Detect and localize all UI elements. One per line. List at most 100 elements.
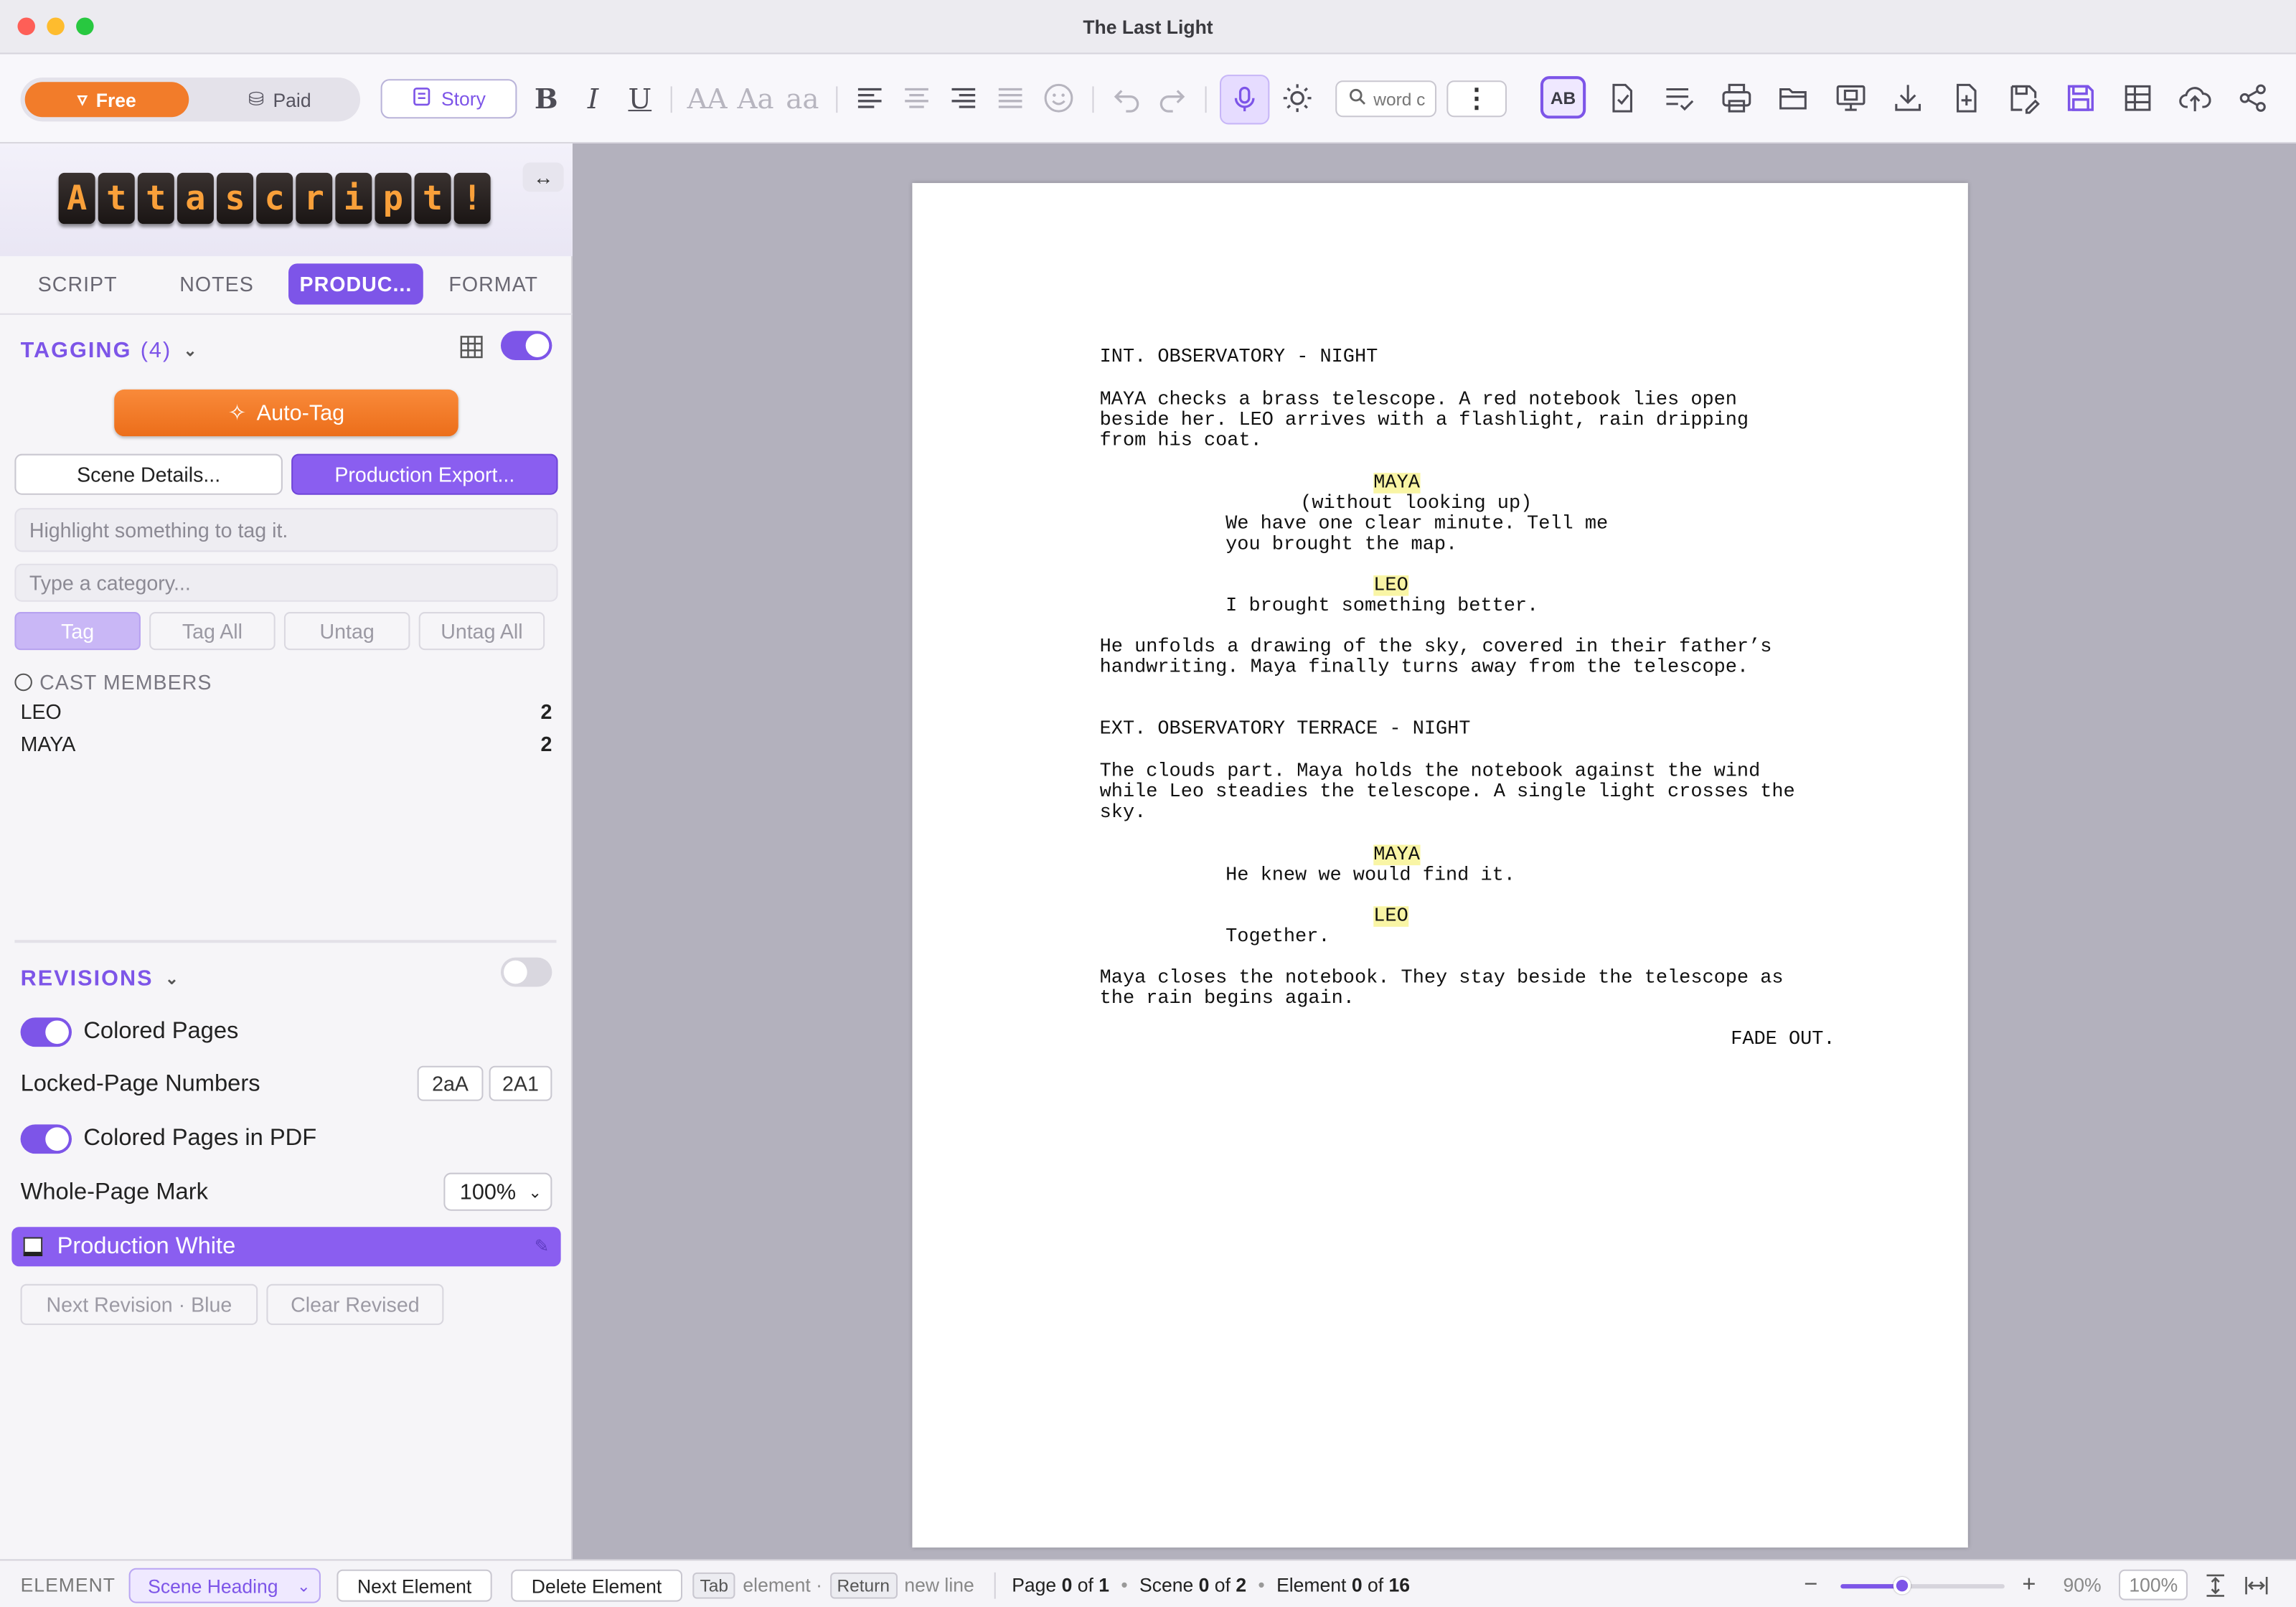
action-line[interactable]: sky. [1100,801,1147,823]
download-button[interactable] [1888,77,1929,118]
scene-word: Scene [1139,1573,1194,1596]
lock-format-2aA-button[interactable]: 2aA [417,1065,484,1101]
redo-button[interactable] [1151,77,1192,118]
revisions-header[interactable]: REVISIONS ⌄ [21,966,180,991]
zoom-out-button[interactable]: − [1804,1560,1817,1607]
script-page[interactable]: INT. OBSERVATORY - NIGHT MAYA checks a b… [912,183,1968,1548]
zoom-slider-knob[interactable] [1893,1576,1911,1595]
untag-button[interactable]: Untag [283,612,410,651]
resize-sidebar-button[interactable]: ↔ [522,162,564,192]
untag-all-button[interactable]: Untag All [418,612,545,651]
scene-heading[interactable]: INT. OBSERVATORY - NIGHT [1100,346,1378,368]
save-as-button[interactable] [2003,77,2044,118]
transition[interactable]: FADE OUT. [1731,1028,1835,1050]
free-plan-button[interactable]: ▿ Free [24,82,189,118]
zoom-reset-button[interactable]: 100% [2119,1569,2188,1601]
lowercase-button[interactable]: aa [781,80,824,118]
character-cue[interactable]: MAYA [1373,472,1420,494]
spellcheck-button[interactable]: AB [1540,76,1586,119]
dictation-button[interactable] [1219,75,1270,125]
window-title: The Last Light [1083,16,1213,39]
action-line[interactable]: He unfolds a drawing of the sky, covered… [1100,636,1772,658]
dialogue-line[interactable]: Together. [1225,925,1330,948]
tag-button[interactable]: Tag [14,612,141,651]
whole-page-mark-select[interactable]: 100% ⌄ [443,1172,552,1211]
share-button[interactable] [2233,77,2274,118]
action-line[interactable]: from his coat. [1100,430,1262,451]
cast-row[interactable]: LEO 2 [21,700,552,724]
theme-toggle-button[interactable] [1277,77,1318,118]
fit-width-button[interactable] [2244,1560,2270,1607]
tab-notes[interactable]: NOTES [151,263,283,304]
italic-button[interactable]: I [577,80,609,118]
clear-revised-button[interactable]: Clear Revised [266,1283,444,1325]
tab-script[interactable]: SCRIPT [11,263,144,304]
category-input[interactable]: Type a category... [14,563,558,602]
tab-format[interactable]: FORMAT [429,263,558,304]
zoom-in-button[interactable]: + [2022,1560,2036,1607]
action-line[interactable]: MAYA checks a brass telescope. A red not… [1100,388,1737,410]
tab-production[interactable]: PRODUC... [288,263,423,305]
bold-button[interactable]: B [530,80,563,118]
save-button[interactable] [2060,77,2101,118]
open-file-button[interactable] [1773,77,1814,118]
colored-pages-toggle[interactable] [20,1017,72,1047]
tagging-header[interactable]: TAGGING (4) ⌄ [21,338,199,363]
titlecase-button[interactable]: Aa [733,80,777,118]
revisions-toggle[interactable] [500,957,552,987]
tag-all-button[interactable]: Tag All [149,612,276,651]
colored-pdf-toggle[interactable] [20,1124,72,1154]
tagging-toggle[interactable] [500,331,552,361]
underline-button[interactable]: U [624,80,656,118]
paid-plan-button[interactable]: ⛁ Paid [204,82,356,117]
undo-button[interactable] [1107,77,1148,118]
next-element-button[interactable]: Next Element [337,1569,492,1602]
fit-height-button[interactable] [2202,1560,2229,1607]
align-right-button[interactable] [943,77,984,118]
action-line[interactable]: while Leo steadies the telescope. A sing… [1100,781,1795,803]
zoom-slider[interactable] [1840,1560,2005,1607]
dialogue-line[interactable]: you brought the map. [1225,533,1457,555]
align-left-button[interactable] [850,77,890,118]
cast-row[interactable]: MAYA 2 [21,732,552,755]
check-document-button[interactable] [1602,77,1643,118]
action-line[interactable]: Maya closes the notebook. They stay besi… [1100,967,1784,989]
cast-members-header[interactable]: CAST MEMBERS [14,671,212,694]
dialogue-line[interactable]: We have one clear minute. Tell me [1225,513,1608,534]
table-view-button[interactable] [2117,77,2158,118]
delete-element-button[interactable]: Delete Element [511,1569,682,1602]
dialogue-line[interactable]: He knew we would find it. [1225,864,1515,886]
production-export-button[interactable]: Production Export... [291,453,558,495]
print-button[interactable] [1716,77,1757,118]
auto-tag-button[interactable]: ✧ Auto-Tag [114,389,458,437]
present-button[interactable] [1830,77,1871,118]
align-center-button[interactable] [896,77,937,118]
justify-button[interactable] [990,77,1031,118]
element-type-select[interactable]: Scene Heading ⌄ [128,1568,321,1603]
scene-details-button[interactable]: Scene Details... [14,453,283,495]
cloud-upload-button[interactable] [2175,77,2216,118]
grid-view-button[interactable] [458,334,485,360]
action-line[interactable]: handwriting. Maya finally turns away fro… [1100,656,1749,678]
next-revision-button[interactable]: Next Revision · Blue [20,1283,258,1325]
new-document-button[interactable] [1946,77,1987,118]
revision-color-item[interactable]: Production White ✎ [11,1227,561,1267]
fit-height-icon [2206,1573,2224,1596]
task-list-button[interactable] [1659,77,1700,118]
more-options-button[interactable]: ⋮ [1446,80,1507,118]
scene-heading[interactable]: EXT. OBSERVATORY TERRACE - NIGHT [1100,718,1471,740]
action-line[interactable]: beside her. LEO arrives with a flashligh… [1100,409,1749,430]
lock-format-2A1-button[interactable]: 2A1 [489,1065,552,1101]
action-line[interactable]: the rain begins again. [1100,987,1355,1009]
parenthetical[interactable]: (without looking up) [1300,492,1532,514]
character-cue[interactable]: LEO [1373,575,1408,597]
story-button[interactable]: Story [380,79,517,119]
character-cue[interactable]: MAYA [1373,844,1420,866]
emoji-button[interactable] [1038,77,1079,118]
word-search-input[interactable]: word c [1335,80,1437,118]
action-line[interactable]: The clouds part. Maya holds the notebook… [1100,760,1761,782]
uppercase-button[interactable]: AA [684,80,730,118]
pencil-icon[interactable]: ✎ [535,1235,550,1256]
character-cue[interactable]: LEO [1373,905,1408,928]
dialogue-line[interactable]: I brought something better. [1225,595,1538,617]
